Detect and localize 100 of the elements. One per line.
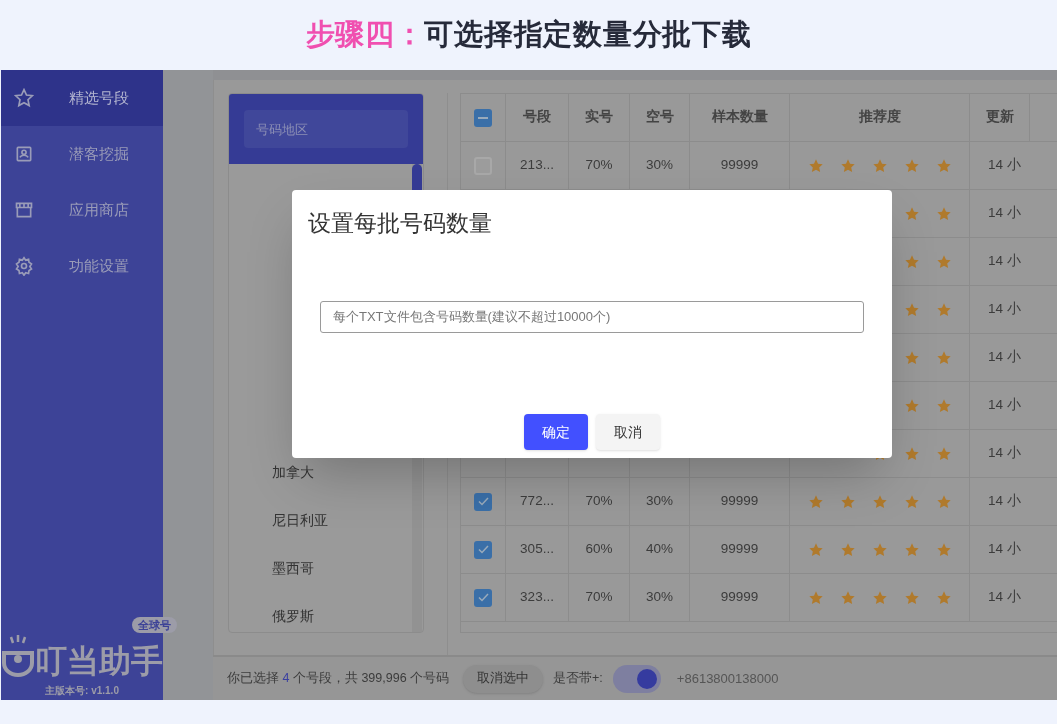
star-icon	[935, 397, 952, 414]
column-header: 样本数量	[690, 94, 790, 141]
table-cell-text: 14 小	[988, 588, 1021, 607]
star-icon	[839, 493, 856, 510]
star-icon	[871, 157, 888, 174]
star-icon	[807, 493, 824, 510]
table-cell-text: 70%	[585, 588, 613, 607]
sidebar-item[interactable]: 精选号段	[1, 70, 163, 126]
version-text: 主版本号: v1.1.0	[45, 684, 119, 698]
table-cell-text: 305...	[520, 540, 554, 559]
cancel-button[interactable]: 取消	[596, 414, 660, 450]
sidebar-item[interactable]: 功能设置	[1, 238, 163, 294]
region-item[interactable]: 俄罗斯	[229, 606, 412, 632]
store-icon	[14, 200, 34, 220]
column-header: 实号	[569, 94, 630, 141]
star-icon	[935, 493, 952, 510]
star-icon	[807, 541, 824, 558]
batch-size-field[interactable]: 每个TXT文件包含号码数量(建议不超过10000个)	[320, 300, 864, 333]
dialog-title: 设置每批号码数量	[308, 209, 493, 238]
star-icon	[935, 205, 952, 222]
star-icon	[935, 301, 952, 318]
table-cell-text: 14 小	[988, 396, 1021, 415]
row-checkbox[interactable]	[474, 492, 492, 511]
star-icon	[903, 397, 920, 414]
star-icon	[935, 349, 952, 366]
star-icon	[935, 253, 952, 270]
star-icon	[807, 157, 824, 174]
table-cell-text: 14 小	[988, 348, 1021, 367]
check-icon	[477, 545, 489, 554]
table-cell-text: 14 小	[988, 300, 1021, 319]
table-cell-text: 40%	[646, 540, 673, 559]
column-header: 推荐度	[790, 94, 970, 141]
star-icon	[903, 541, 920, 558]
step-label: 步骤四：	[305, 17, 425, 53]
star-icon	[839, 157, 856, 174]
confirm-button[interactable]: 确定	[524, 414, 588, 450]
star-icon	[871, 541, 888, 558]
column-header: 空号	[630, 94, 690, 141]
table-cell-text: 99999	[720, 492, 759, 511]
star-icon	[807, 589, 824, 606]
clear-selection-button[interactable]: 取消选中	[463, 664, 544, 693]
table-cell-text: 14 小	[988, 444, 1021, 463]
table-cell-text: 323...	[520, 588, 554, 607]
bell-bag-icon	[1, 635, 35, 677]
star-icon	[903, 205, 920, 222]
column-header: 更新	[970, 94, 1030, 141]
sidebar-item[interactable]: 应用商店	[1, 182, 163, 238]
table-cell-text: 14 小	[988, 252, 1021, 271]
star-icon	[935, 589, 952, 606]
banner-title: 可选择指定数量分批下载	[424, 17, 752, 53]
row-checkbox[interactable]	[474, 588, 492, 607]
row-checkbox[interactable]	[474, 540, 492, 559]
selection-summary: 你已选择 4 个号段，共 399,996 个号码	[227, 670, 450, 688]
row-checkbox[interactable]	[474, 108, 492, 127]
table-cell-text: 70%	[585, 156, 613, 175]
star-icon	[903, 493, 920, 510]
region-item[interactable]: 墨西哥	[229, 558, 412, 606]
star-icon	[903, 157, 920, 174]
region-item[interactable]: 尼日利亚	[229, 510, 412, 558]
minus-icon	[478, 116, 488, 119]
sidebar-item[interactable]: 潜客挖掘	[1, 126, 163, 182]
table-cell-text: 30%	[646, 156, 673, 175]
table-cell-text: 99999	[720, 156, 759, 175]
search-field[interactable]: 号码地区	[244, 110, 408, 148]
star-icon	[903, 301, 920, 318]
region-item[interactable]: 加拿大	[229, 462, 412, 510]
plus-label: 是否带+:	[553, 670, 603, 688]
star-icon	[14, 88, 34, 108]
table-cell-text: 14 小	[988, 204, 1021, 223]
star-icon	[871, 493, 888, 510]
logo-badge: 全球号	[132, 617, 177, 633]
star-icon	[903, 589, 920, 606]
star-icon	[871, 589, 888, 606]
table-cell-text: 60%	[585, 540, 613, 559]
table-cell-text: 213...	[520, 156, 554, 175]
table-cell-text: 30%	[646, 588, 673, 607]
table-cell-text: 70%	[585, 492, 613, 511]
check-icon	[477, 593, 489, 602]
logo-text: 叮当助手	[35, 645, 163, 677]
table-cell-text: 14 小	[988, 492, 1021, 511]
table-cell-text: 99999	[720, 588, 759, 607]
star-icon	[903, 253, 920, 270]
table-cell-text: 772...	[520, 492, 554, 511]
table-cell-text: 99999	[720, 540, 759, 559]
contact-icon	[14, 144, 34, 164]
star-icon	[839, 541, 856, 558]
star-icon	[839, 589, 856, 606]
star-icon	[903, 445, 920, 462]
table-cell-text: 14 小	[988, 156, 1021, 175]
check-icon	[477, 497, 489, 506]
table-cell-text: 14 小	[988, 540, 1021, 559]
table-cell-text: 30%	[646, 492, 673, 511]
star-icon	[935, 445, 952, 462]
star-icon	[903, 349, 920, 366]
phone-example: +8613800138000	[676, 669, 779, 688]
settings-icon	[14, 256, 34, 276]
star-icon	[935, 157, 952, 174]
column-header: 号段	[506, 94, 569, 141]
star-icon	[935, 541, 952, 558]
plus-toggle[interactable]	[612, 664, 661, 693]
